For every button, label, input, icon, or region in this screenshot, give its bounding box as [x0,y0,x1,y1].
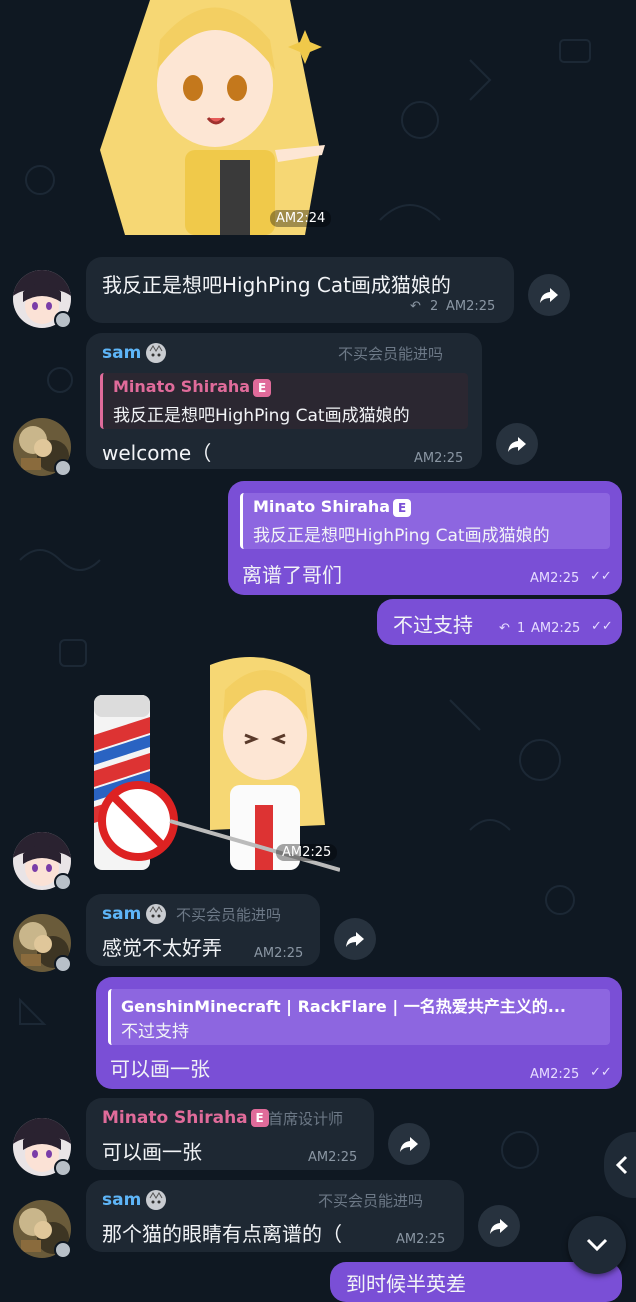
reply-sender-name: Minato Shiraha E [113,377,272,397]
reply-quote[interactable]: Minato Shiraha E 我反正是想吧HighPing Cat画成猫娘的 [240,493,610,549]
message-text: 我反正是想吧HighPing Cat画成猫娘的 [102,273,451,297]
forward-button[interactable] [496,423,538,465]
forward-button[interactable] [388,1123,430,1165]
sender-name[interactable]: Minato Shiraha E [102,1108,269,1128]
message-text: welcome（ [102,441,212,465]
message-bubble[interactable]: 我反正是想吧HighPing Cat画成猫娘的 ↶ 2 AM2:25 [86,257,514,323]
online-status-dot [54,873,72,891]
message-bubble-outgoing[interactable]: 不过支持 ↶ 1 AM2:25 ✓✓ [377,599,622,645]
admin-badge: E [393,498,412,517]
forward-arrow-icon [540,288,558,303]
emoji-status-icon [146,343,166,363]
reply-text: 不过支持 [121,1022,189,1042]
member-title: 不买会员能进吗 [318,1192,424,1210]
emoji-status-icon [146,1190,166,1210]
reply-text: 我反正是想吧HighPing Cat画成猫娘的 [113,406,410,426]
member-title: 不买会员能进吗 [176,906,282,924]
message-bubble[interactable]: sam 不买会员能进吗 感觉不太好弄 AM2:25 [86,894,320,966]
forward-arrow-icon [346,932,364,947]
reply-count: 1 [517,621,526,636]
message-text: 可以画一张 [110,1057,210,1081]
online-status-dot [54,311,72,329]
sender-name[interactable]: sam [102,904,141,924]
message-time: AM2:25 [254,946,304,961]
online-status-dot [54,1159,72,1177]
forward-arrow-icon [400,1137,418,1152]
scroll-to-bottom-button[interactable] [568,1216,626,1274]
forward-arrow-icon [508,437,526,452]
admin-badge: E [250,1109,269,1127]
message-time: AM2:25 [396,1232,446,1247]
emoji-status-icon [146,904,166,924]
reply-count: 2 [430,299,439,314]
message-bubble[interactable]: sam 不买会员能进吗 Minato Shiraha E 我反正是想吧HighPi… [86,333,482,469]
message-time: AM2:25 [530,1067,580,1082]
message-text: 可以画一张 [102,1140,202,1164]
sticker-barber-pole-no-sign[interactable] [90,655,340,875]
forward-arrow-icon [490,1219,508,1234]
message-time: AM2:25 [446,299,496,314]
message-text: 离谱了哥们 [242,563,342,587]
chevron-down-icon [586,1238,608,1252]
message-time: AM2:25 [414,451,464,466]
reply-sender-name: GenshinMinecraft | RackFlare | 一名热爱共产主义的… [121,997,566,1016]
message-text: 感觉不太好弄 [102,936,222,960]
reply-count-icon: ↶ [410,299,421,314]
message-bubble-outgoing[interactable]: 到时候半英差 [330,1262,622,1302]
online-status-dot [54,1241,72,1259]
member-title: 首席设计师 [268,1110,344,1128]
sticker-anime-girl-pointing[interactable] [90,0,330,240]
message-text: 到时候半英差 [346,1272,466,1296]
admin-badge: E [253,378,272,397]
message-text: 那个猫的眼睛有点离谱的（ [102,1222,342,1246]
reply-sender-name: Minato Shiraha E [253,497,412,517]
online-status-dot [54,955,72,973]
reply-quote[interactable]: GenshinMinecraft | RackFlare | 一名热爱共产主义的… [108,989,610,1045]
message-time: AM2:25 [308,1150,358,1165]
double-check-icon: ✓✓ [590,569,612,584]
message-bubble-outgoing[interactable]: GenshinMinecraft | RackFlare | 一名热爱共产主义的… [96,977,622,1089]
message-time: AM2:25 [530,571,580,586]
online-status-dot [54,459,72,477]
sender-name[interactable]: sam [102,1190,141,1210]
message-bubble-outgoing[interactable]: Minato Shiraha E 我反正是想吧HighPing Cat画成猫娘的 … [228,481,622,595]
sticker-time: AM2:25 [276,844,338,861]
forward-button[interactable] [334,918,376,960]
double-check-icon: ✓✓ [590,1065,612,1080]
message-bubble[interactable]: sam 不买会员能进吗 那个猫的眼睛有点离谱的（ AM2:25 [86,1180,464,1252]
reply-text: 我反正是想吧HighPing Cat画成猫娘的 [253,526,550,546]
member-title: 不买会员能进吗 [338,345,444,363]
sticker-time: AM2:24 [270,210,332,227]
scroll-back-button[interactable] [604,1132,636,1198]
reply-quote[interactable]: Minato Shiraha E 我反正是想吧HighPing Cat画成猫娘的 [100,373,468,429]
chevron-left-icon [615,1155,628,1175]
message-bubble[interactable]: Minato Shiraha E 首席设计师 可以画一张 AM2:25 [86,1098,374,1170]
message-text: 不过支持 [393,613,473,637]
sender-name[interactable]: sam [102,343,141,363]
forward-button[interactable] [528,274,570,316]
message-time: AM2:25 [531,621,581,636]
forward-button[interactable] [478,1205,520,1247]
reply-count-icon: ↶ [499,621,510,636]
double-check-icon: ✓✓ [591,619,613,634]
